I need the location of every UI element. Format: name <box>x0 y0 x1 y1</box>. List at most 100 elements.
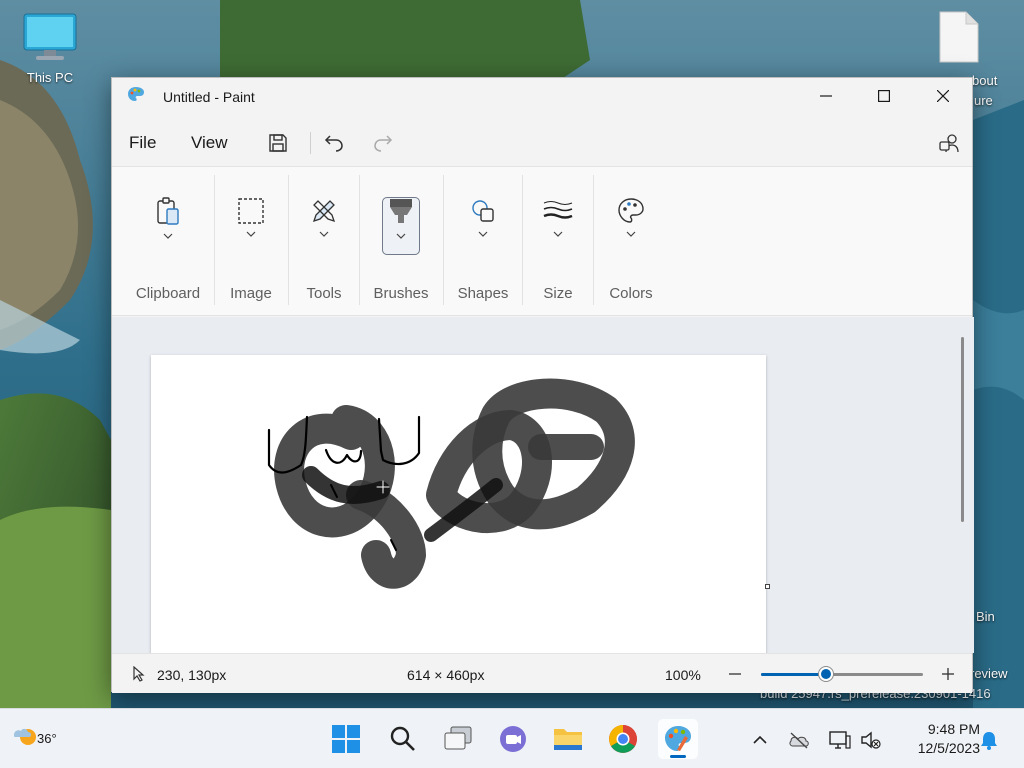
chevron-down-icon <box>478 231 488 237</box>
watermark-text: review <box>970 666 1008 681</box>
network-button[interactable] <box>829 729 851 751</box>
menu-bar: File View <box>112 120 972 164</box>
desktop-label-fragment: bout <box>972 73 998 88</box>
start-icon <box>332 725 360 753</box>
cursor-position: 230, 130px <box>157 667 227 683</box>
menu-view[interactable]: View <box>191 133 228 153</box>
clock-date: 12/5/2023 <box>917 740 980 756</box>
window-title: Untitled - Paint <box>163 89 255 105</box>
chrome-icon <box>609 725 637 753</box>
chevron-down-icon <box>246 231 256 237</box>
teams-button[interactable] <box>493 719 533 759</box>
drawing-canvas[interactable] <box>151 355 766 653</box>
paint-app-icon <box>128 87 144 101</box>
weather-temperature: 36° <box>37 731 57 746</box>
people-icon <box>939 134 959 153</box>
chevron-down-icon <box>163 233 173 239</box>
search-icon <box>390 726 415 751</box>
paint-icon <box>665 726 691 751</box>
ribbon-group-clipboard[interactable]: Clipboard <box>122 167 214 317</box>
zoom-slider[interactable] <box>761 667 923 681</box>
minimize-icon <box>820 95 832 97</box>
canvas-resize-handle[interactable] <box>765 584 770 589</box>
chrome-button[interactable] <box>603 719 643 759</box>
vertical-scrollbar[interactable] <box>961 337 964 522</box>
save-button[interactable] <box>262 128 294 158</box>
desktop-label-fragment: ure <box>974 93 993 108</box>
ribbon-group-tools[interactable]: Tools <box>289 167 359 317</box>
zoom-percentage[interactable]: 100% <box>665 667 701 683</box>
zoom-slider-fill <box>761 673 826 676</box>
onedrive-button[interactable] <box>788 729 810 751</box>
paint-window: Untitled - Paint File View Clipboard Ima… <box>111 77 974 693</box>
toolbar-separator <box>310 132 311 154</box>
brush-icon <box>390 199 412 223</box>
taskbar-clock[interactable]: 9:48 PM 12/5/2023 <box>890 720 980 758</box>
redo-icon <box>374 135 393 152</box>
line-size-icon <box>543 201 573 219</box>
volume-muted-icon <box>861 731 881 749</box>
chevron-down-icon <box>626 231 636 237</box>
task-view-icon <box>444 726 472 750</box>
canvas-drawing <box>267 378 635 589</box>
palette-icon <box>618 198 644 223</box>
start-button[interactable] <box>326 719 366 759</box>
maximize-icon <box>878 90 890 102</box>
weather-widget[interactable]: 36° <box>10 721 57 754</box>
ribbon-group-label: Colors <box>609 285 653 302</box>
task-view-button[interactable] <box>438 719 478 759</box>
ribbon-group-label: Image <box>230 285 272 302</box>
maximize-button[interactable] <box>855 78 913 114</box>
ribbon-group-label: Shapes <box>457 285 509 302</box>
minimize-button[interactable] <box>797 78 855 114</box>
network-icon <box>829 731 851 749</box>
ribbon-group-size[interactable]: Size <box>523 167 593 317</box>
zoom-slider-thumb[interactable] <box>818 667 833 681</box>
save-icon <box>269 134 287 152</box>
paint-taskbar-button[interactable] <box>658 719 698 759</box>
document-icon <box>939 11 979 63</box>
show-hidden-icons-button[interactable] <box>749 729 771 751</box>
menu-file[interactable]: File <box>129 133 156 153</box>
cursor-pointer-icon <box>133 666 145 682</box>
zoom-in-icon[interactable] <box>941 667 955 681</box>
account-settings-button[interactable] <box>933 128 965 158</box>
canvas-workspace <box>112 317 974 653</box>
file-explorer-icon <box>554 729 582 750</box>
ribbon-group-label: Tools <box>306 285 342 302</box>
zoom-out-icon[interactable] <box>728 667 742 681</box>
ribbon-group-image[interactable]: Image <box>215 167 287 317</box>
clock-time: 9:48 PM <box>927 721 980 737</box>
title-bar[interactable]: Untitled - Paint <box>112 78 972 116</box>
close-button[interactable] <box>914 78 972 114</box>
cloud-offline-icon <box>789 732 809 749</box>
redo-button[interactable] <box>367 128 399 158</box>
ribbon-group-label: Clipboard <box>135 285 201 302</box>
volume-button[interactable] <box>860 729 882 751</box>
desktop-label-fragment: Bin <box>976 609 995 624</box>
ribbon-group-colors[interactable]: Colors <box>594 167 668 317</box>
chevron-down-icon <box>396 233 406 239</box>
notifications-button[interactable] <box>978 729 1000 751</box>
taskbar: 36° 9:48 PM 12/5/2023 <box>0 708 1024 768</box>
chevron-up-icon <box>753 735 767 744</box>
monitor-icon <box>23 13 77 60</box>
bell-icon <box>981 732 997 750</box>
search-button[interactable] <box>383 719 423 759</box>
close-icon <box>937 90 949 102</box>
undo-icon <box>324 135 343 152</box>
file-explorer-button[interactable] <box>548 719 588 759</box>
ribbon-group-label: Size <box>543 285 573 302</box>
desktop-icon-label: This PC <box>26 70 74 85</box>
desktop-icon-this-pc[interactable]: This PC <box>10 12 90 85</box>
canvas-dimensions: 614 × 460px <box>407 667 485 683</box>
weather-icon <box>14 728 36 745</box>
ribbon-group-brushes[interactable]: Brushes <box>360 167 442 317</box>
status-bar: 230, 130px 614 × 460px 100% <box>112 653 972 693</box>
select-rectangle-icon <box>238 198 264 224</box>
undo-button[interactable] <box>318 128 350 158</box>
ribbon-group-shapes[interactable]: Shapes <box>444 167 522 317</box>
desktop-icon-document[interactable] <box>938 10 980 64</box>
clipboard-icon <box>157 197 179 225</box>
chevron-down-icon <box>319 231 329 237</box>
